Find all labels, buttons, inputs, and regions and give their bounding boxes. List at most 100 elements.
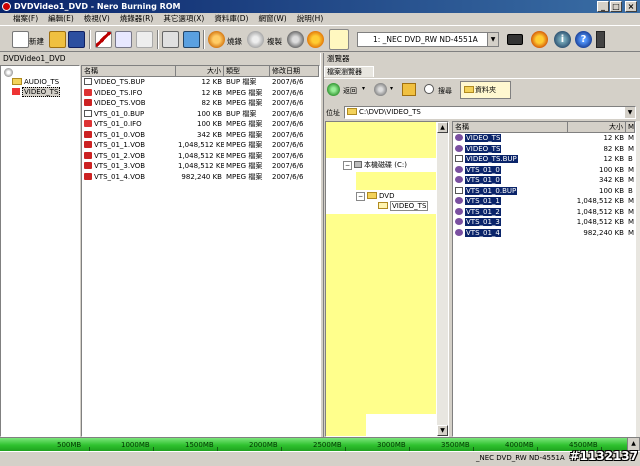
- copy-icon[interactable]: [115, 31, 132, 48]
- tree-item-audio-ts[interactable]: AUDIO_TS: [12, 78, 59, 86]
- browser-scrollbar[interactable]: [636, 121, 640, 437]
- column-header-type[interactable]: 類型: [224, 66, 270, 76]
- new-document-icon[interactable]: [12, 31, 29, 48]
- tree-item-dvd[interactable]: − DVD: [356, 192, 394, 201]
- column-header-type[interactable]: M: [626, 122, 635, 132]
- close-button[interactable]: ×: [625, 1, 637, 12]
- window-title: DVDVideo1_DVD - Nero Burning ROM: [14, 2, 181, 11]
- bup-file-icon: [84, 78, 92, 85]
- menu-database[interactable]: 資料庫(D): [209, 13, 253, 25]
- file-list[interactable]: 名稱 大小 類型 修改日期 VIDEO_TS.BUP 12 KB BUP 檔案 200…: [81, 65, 320, 437]
- help-icon[interactable]: ?: [575, 31, 592, 48]
- burn-icon[interactable]: [208, 31, 225, 48]
- toolbar-overflow-icon[interactable]: [596, 31, 605, 48]
- disc-info-icon[interactable]: [287, 31, 304, 48]
- column-header-size[interactable]: 大小: [568, 122, 626, 132]
- toolbar-separator: [89, 30, 91, 49]
- menu-window[interactable]: 網窗(W): [253, 13, 291, 25]
- properties-icon[interactable]: [162, 31, 179, 48]
- cut-icon[interactable]: [95, 31, 112, 48]
- table-row[interactable]: VTS_01_0.IFO 100 KB MPEG 檔案 2007/6/6: [82, 119, 319, 130]
- splitter[interactable]: [320, 53, 324, 437]
- open-folder-icon[interactable]: [49, 31, 66, 48]
- menu-view[interactable]: 檢視(V): [79, 13, 115, 25]
- table-row[interactable]: VTS_01_2.VOB 1,048,512 KB MPEG 檔案 2007/6/6: [82, 151, 319, 162]
- tree-scrollbar[interactable]: ▲ ▼: [437, 122, 448, 436]
- maximize-button[interactable]: □: [610, 1, 622, 12]
- table-row[interactable]: VIDEO_TS 82 KB M: [453, 144, 635, 155]
- table-row[interactable]: VTS_01_3.VOB 1,048,512 KB MPEG 檔案 2007/6/6: [82, 161, 319, 172]
- media-file-icon: [455, 218, 463, 225]
- back-arrow-icon[interactable]: [327, 83, 340, 96]
- scroll-up-icon[interactable]: ▲: [437, 122, 448, 133]
- title-bar[interactable]: DVDVideo1_DVD - Nero Burning ROM: [0, 0, 640, 13]
- chevron-down-icon[interactable]: ▾: [390, 85, 393, 92]
- ifo-file-icon: [84, 88, 92, 96]
- table-row[interactable]: VIDEO_TS.BUP 12 KB B: [453, 154, 635, 165]
- menu-help[interactable]: 說明(H): [292, 13, 329, 25]
- column-header-date[interactable]: 修改日期: [270, 66, 319, 76]
- table-row[interactable]: VTS_01_0 100 KB M: [453, 165, 635, 176]
- column-header-name[interactable]: 名稱: [453, 122, 568, 132]
- copy-button-label[interactable]: 複製: [267, 36, 282, 47]
- column-header-name[interactable]: 名稱: [82, 66, 176, 76]
- new-button-label[interactable]: 新建: [29, 36, 44, 47]
- table-row[interactable]: VTS_01_2 1,048,512 KB M: [453, 207, 635, 218]
- tree-item-video-ts[interactable]: VIDEO_TS: [378, 201, 429, 211]
- table-row[interactable]: VTS_01_1 1,048,512 KB M: [453, 196, 635, 207]
- video-folder-icon: [12, 88, 20, 95]
- file-date: 2007/6/6: [272, 172, 304, 181]
- file-date: 2007/6/6: [272, 141, 304, 149]
- table-row[interactable]: VTS_01_0 342 KB M: [453, 175, 635, 186]
- table-row[interactable]: VIDEO_TS.IFO 12 KB MPEG 檔案 2007/6/6: [82, 88, 319, 99]
- forward-arrow-icon[interactable]: [374, 83, 387, 96]
- table-row[interactable]: VTS_01_4 982,240 KB M: [453, 228, 635, 239]
- table-row[interactable]: VTS_01_1.VOB 1,048,512 KB MPEG 檔案 2007/6/6: [82, 140, 319, 151]
- search-button-label[interactable]: 搜尋: [438, 86, 452, 96]
- scroll-down-icon[interactable]: ▼: [437, 425, 448, 436]
- drive-icon[interactable]: [507, 34, 523, 45]
- tab-file-browser[interactable]: 檔案瀏覽器: [324, 66, 374, 77]
- tree-item-video-ts[interactable]: VIDEO_TS: [12, 87, 61, 97]
- menu-file[interactable]: 檔案(F): [8, 13, 43, 25]
- table-row[interactable]: VTS_01_3 1,048,512 KB M: [453, 217, 635, 228]
- menu-recorder[interactable]: 燒錄器(R): [115, 13, 159, 25]
- search-icon[interactable]: [424, 84, 434, 94]
- file-type: MPEG 檔案: [226, 88, 263, 97]
- recorder-select[interactable]: 1: _NEC DVD_RW ND-4551A ▼: [357, 32, 499, 47]
- table-row[interactable]: VTS_01_4.VOB 982,240 KB MPEG 檔案 2007/6/6: [82, 172, 319, 183]
- media-file-icon: [455, 207, 463, 215]
- table-row[interactable]: VTS_01_0.VOB 342 KB MPEG 檔案 2007/6/6: [82, 130, 319, 141]
- folder-up-icon[interactable]: [402, 83, 416, 96]
- info-icon[interactable]: i: [554, 31, 571, 48]
- compilation-icon[interactable]: [183, 31, 200, 48]
- folder-icon: [464, 86, 474, 93]
- compilation-tree[interactable]: AUDIO_TS VIDEO_TS: [0, 65, 80, 437]
- browser-folder-tree[interactable]: − 本機磁碟 (C:) − DVD VIDEO_TS ▲ ▼: [325, 121, 449, 437]
- table-row[interactable]: VIDEO_TS.BUP 12 KB BUP 檔案 2007/6/6: [82, 77, 319, 88]
- table-row[interactable]: VIDEO_TS.VOB 82 KB MPEG 檔案 2007/6/6: [82, 98, 319, 109]
- menu-extras[interactable]: 其它選項(X): [158, 13, 209, 25]
- browser-toggle-icon[interactable]: [329, 29, 349, 50]
- tree-item-local-disk[interactable]: − 本機磁碟 (C:): [343, 160, 407, 170]
- folders-button[interactable]: 資料夾: [460, 81, 511, 99]
- paste-icon[interactable]: [136, 31, 153, 48]
- nero-logo-icon[interactable]: [531, 31, 548, 48]
- chevron-down-icon[interactable]: ▼: [625, 107, 635, 118]
- minimize-button[interactable]: _: [597, 1, 609, 12]
- chevron-down-icon[interactable]: ▼: [487, 33, 498, 46]
- burn-button-label[interactable]: 燒錄: [227, 36, 242, 47]
- menu-edit[interactable]: 編輯(E): [43, 13, 79, 25]
- chevron-down-icon[interactable]: ▾: [362, 85, 365, 92]
- save-icon[interactable]: [68, 31, 85, 48]
- back-button-label[interactable]: 返回: [343, 86, 357, 96]
- file-type: MPEG 檔案: [226, 172, 263, 181]
- column-header-size[interactable]: 大小: [176, 66, 224, 76]
- browser-file-list[interactable]: 名稱 大小 M VIDEO_TS 12 KB M VIDEO_TS 82 KB M VIDE…: [452, 121, 636, 437]
- table-row[interactable]: VIDEO_TS 12 KB M: [453, 133, 635, 144]
- table-row[interactable]: VTS_01_0.BUP 100 KB B: [453, 186, 635, 197]
- erase-disc-icon[interactable]: [307, 31, 324, 48]
- address-field[interactable]: C:\DVD\VIDEO_TS ▼: [344, 106, 636, 119]
- table-row[interactable]: VTS_01_0.BUP 100 KB BUP 檔案 2007/6/6: [82, 109, 319, 120]
- copy-disc-icon[interactable]: [247, 31, 264, 48]
